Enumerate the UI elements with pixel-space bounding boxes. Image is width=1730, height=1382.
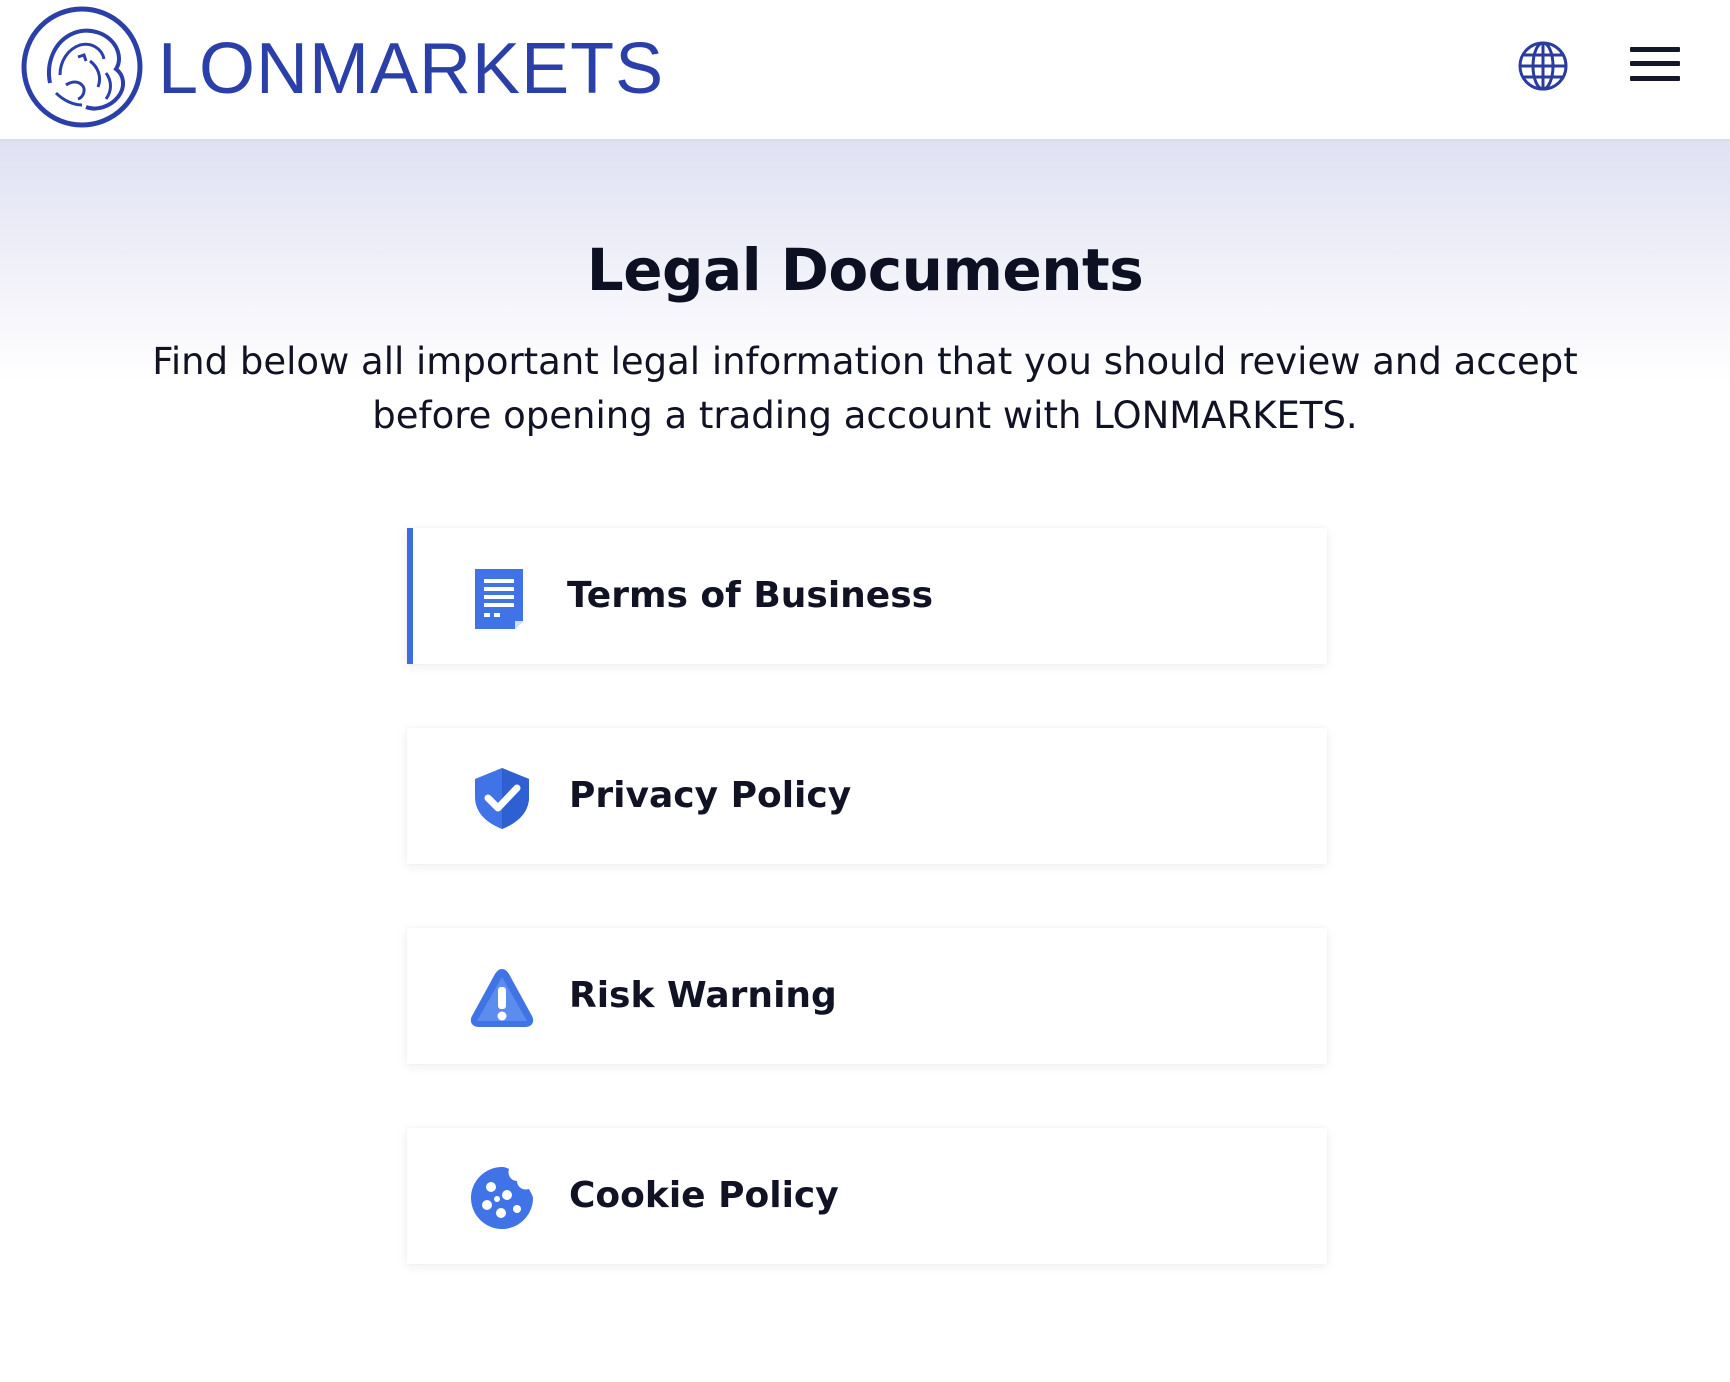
globe-icon[interactable] (1517, 40, 1569, 92)
document-icon (469, 565, 535, 631)
lion-logo-icon (21, 6, 143, 128)
document-card-terms-of-business[interactable]: Terms of Business (407, 528, 1327, 664)
document-card-label: Privacy Policy (569, 775, 852, 816)
page-title: Legal Documents (586, 236, 1144, 304)
document-card-cookie-policy[interactable]: Cookie Policy (407, 1128, 1327, 1264)
cookie-icon (469, 1165, 535, 1231)
document-card-risk-warning[interactable]: Risk Warning (407, 928, 1327, 1064)
warning-triangle-icon (469, 965, 535, 1031)
brand-logo[interactable]: LONMARKETS (20, 5, 664, 129)
site-header: LONMARKETS (0, 0, 1730, 141)
document-card-privacy-policy[interactable]: Privacy Policy (407, 728, 1327, 864)
page-intro: Find below all important legal informati… (152, 340, 1578, 437)
document-card-label: Terms of Business (567, 575, 934, 616)
shield-check-icon (469, 765, 535, 831)
document-card-label: Cookie Policy (569, 1175, 839, 1216)
brand-name: LONMARKETS (158, 29, 665, 109)
document-card-label: Risk Warning (569, 975, 837, 1016)
hamburger-menu-icon[interactable] (1630, 43, 1680, 85)
